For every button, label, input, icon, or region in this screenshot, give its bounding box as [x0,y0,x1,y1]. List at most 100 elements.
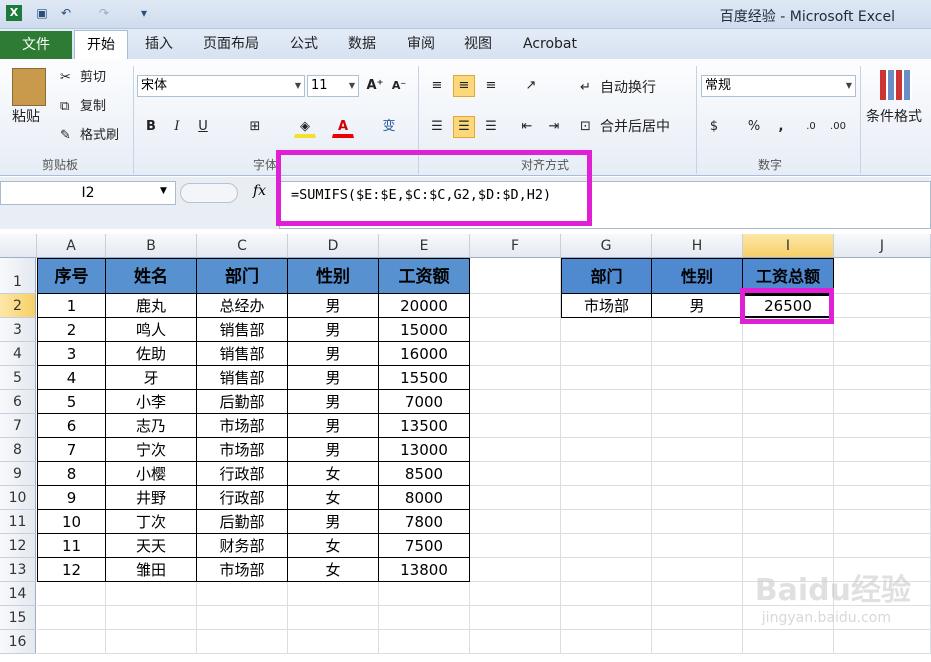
empty-cell[interactable] [561,318,652,342]
empty-cell[interactable] [470,510,561,534]
table-data-cell[interactable]: 7800 [379,510,470,534]
empty-cell[interactable] [561,486,652,510]
column-header-a[interactable]: A [37,234,106,258]
table-data-cell[interactable]: 7500 [379,534,470,558]
decrease-decimal-icon[interactable]: .00 [827,116,849,138]
empty-cell[interactable] [743,462,834,486]
empty-cell[interactable] [470,438,561,462]
empty-cell[interactable] [470,390,561,414]
empty-cell[interactable] [652,390,743,414]
table-data-cell[interactable]: 5 [37,390,106,414]
table-data-cell[interactable]: 井野 [106,486,197,510]
empty-cell[interactable] [470,366,561,390]
empty-cell[interactable] [652,414,743,438]
copy-button[interactable]: 复制 [80,98,106,116]
empty-cell[interactable] [743,486,834,510]
empty-cell[interactable] [470,582,561,606]
underline-button[interactable]: U [192,116,214,138]
customize-icon[interactable]: ▾ [136,5,152,21]
empty-cell[interactable] [379,606,470,630]
column-header-i[interactable]: I [743,234,834,258]
align-top-icon[interactable]: ≡ [426,75,448,97]
table-data-cell[interactable]: 市场部 [197,558,288,582]
row-header-13[interactable]: 13 [0,558,36,582]
align-center-icon[interactable]: ☰ [453,116,475,138]
empty-cell[interactable] [834,318,931,342]
tab-formulas[interactable]: 公式 [281,31,327,57]
table-data-cell[interactable]: 15500 [379,366,470,390]
empty-cell[interactable] [470,342,561,366]
row-header-8[interactable]: 8 [0,438,36,462]
table-data-cell[interactable]: 总经办 [197,294,288,318]
empty-cell[interactable] [288,582,379,606]
empty-cell[interactable] [652,606,743,630]
empty-cell[interactable] [106,582,197,606]
table-data-cell[interactable]: 12 [37,558,106,582]
empty-cell[interactable] [470,534,561,558]
empty-cell[interactable] [743,438,834,462]
tab-data[interactable]: 数据 [339,31,385,57]
table-data-cell[interactable]: 2 [37,318,106,342]
table-data-cell[interactable]: 销售部 [197,342,288,366]
table-data-cell[interactable]: 市场部 [197,414,288,438]
empty-cell[interactable] [561,414,652,438]
table-header-cell[interactable]: 工资额 [379,258,470,294]
empty-cell[interactable] [106,606,197,630]
table-data-cell[interactable]: 小李 [106,390,197,414]
table-data-cell[interactable]: 男 [288,510,379,534]
table-data-cell[interactable]: 13500 [379,414,470,438]
empty-cell[interactable] [834,630,931,654]
row-header-5[interactable]: 5 [0,366,36,390]
empty-cell[interactable] [470,606,561,630]
align-right-icon[interactable]: ☰ [480,116,502,138]
shrink-font-icon[interactable]: A⁻ [388,75,410,97]
empty-cell[interactable] [743,390,834,414]
name-box[interactable]: I2 [0,181,176,205]
table-data-cell[interactable]: 财务部 [197,534,288,558]
empty-cell[interactable] [106,630,197,654]
table-data-cell[interactable]: 丁次 [106,510,197,534]
tab-file[interactable]: 文件 [0,31,72,59]
empty-cell[interactable] [470,486,561,510]
table-data-cell[interactable]: 行政部 [197,486,288,510]
empty-cell[interactable] [37,606,106,630]
empty-cell[interactable] [652,462,743,486]
empty-cell[interactable] [652,486,743,510]
empty-cell[interactable] [379,582,470,606]
tab-acrobat[interactable]: Acrobat [514,31,586,57]
empty-cell[interactable] [834,390,931,414]
column-header-g[interactable]: G [561,234,652,258]
empty-cell[interactable] [834,534,931,558]
empty-cell[interactable] [652,582,743,606]
column-header-d[interactable]: D [288,234,379,258]
table-data-cell[interactable]: 16000 [379,342,470,366]
empty-cell[interactable] [561,366,652,390]
column-header-j[interactable]: J [834,234,931,258]
table-data-cell[interactable]: 10 [37,510,106,534]
font-size-select[interactable]: 11 ▼ [307,75,359,97]
table-data-cell[interactable]: 8000 [379,486,470,510]
empty-cell[interactable] [561,438,652,462]
empty-cell[interactable] [561,630,652,654]
empty-cell[interactable] [834,462,931,486]
table-data-cell[interactable]: 13000 [379,438,470,462]
table-data-cell[interactable]: 女 [288,534,379,558]
table-data-cell[interactable]: 男 [288,342,379,366]
increase-indent-icon[interactable]: ⇥ [543,116,565,138]
empty-cell[interactable] [743,414,834,438]
tab-view[interactable]: 视图 [455,31,501,57]
table-data-cell[interactable]: 女 [288,462,379,486]
format-painter-button[interactable]: 格式刷 [80,127,119,145]
empty-cell[interactable] [834,510,931,534]
empty-cell[interactable] [470,318,561,342]
grow-font-icon[interactable]: A⁺ [364,75,386,97]
empty-cell[interactable] [561,558,652,582]
empty-cell[interactable] [37,630,106,654]
table-data-cell[interactable]: 志乃 [106,414,197,438]
empty-cell[interactable] [834,414,931,438]
empty-cell[interactable] [379,630,470,654]
align-bottom-icon[interactable]: ≡ [480,75,502,97]
table-data-cell[interactable]: 小樱 [106,462,197,486]
empty-cell[interactable] [561,342,652,366]
cut-button[interactable]: 剪切 [80,69,106,87]
